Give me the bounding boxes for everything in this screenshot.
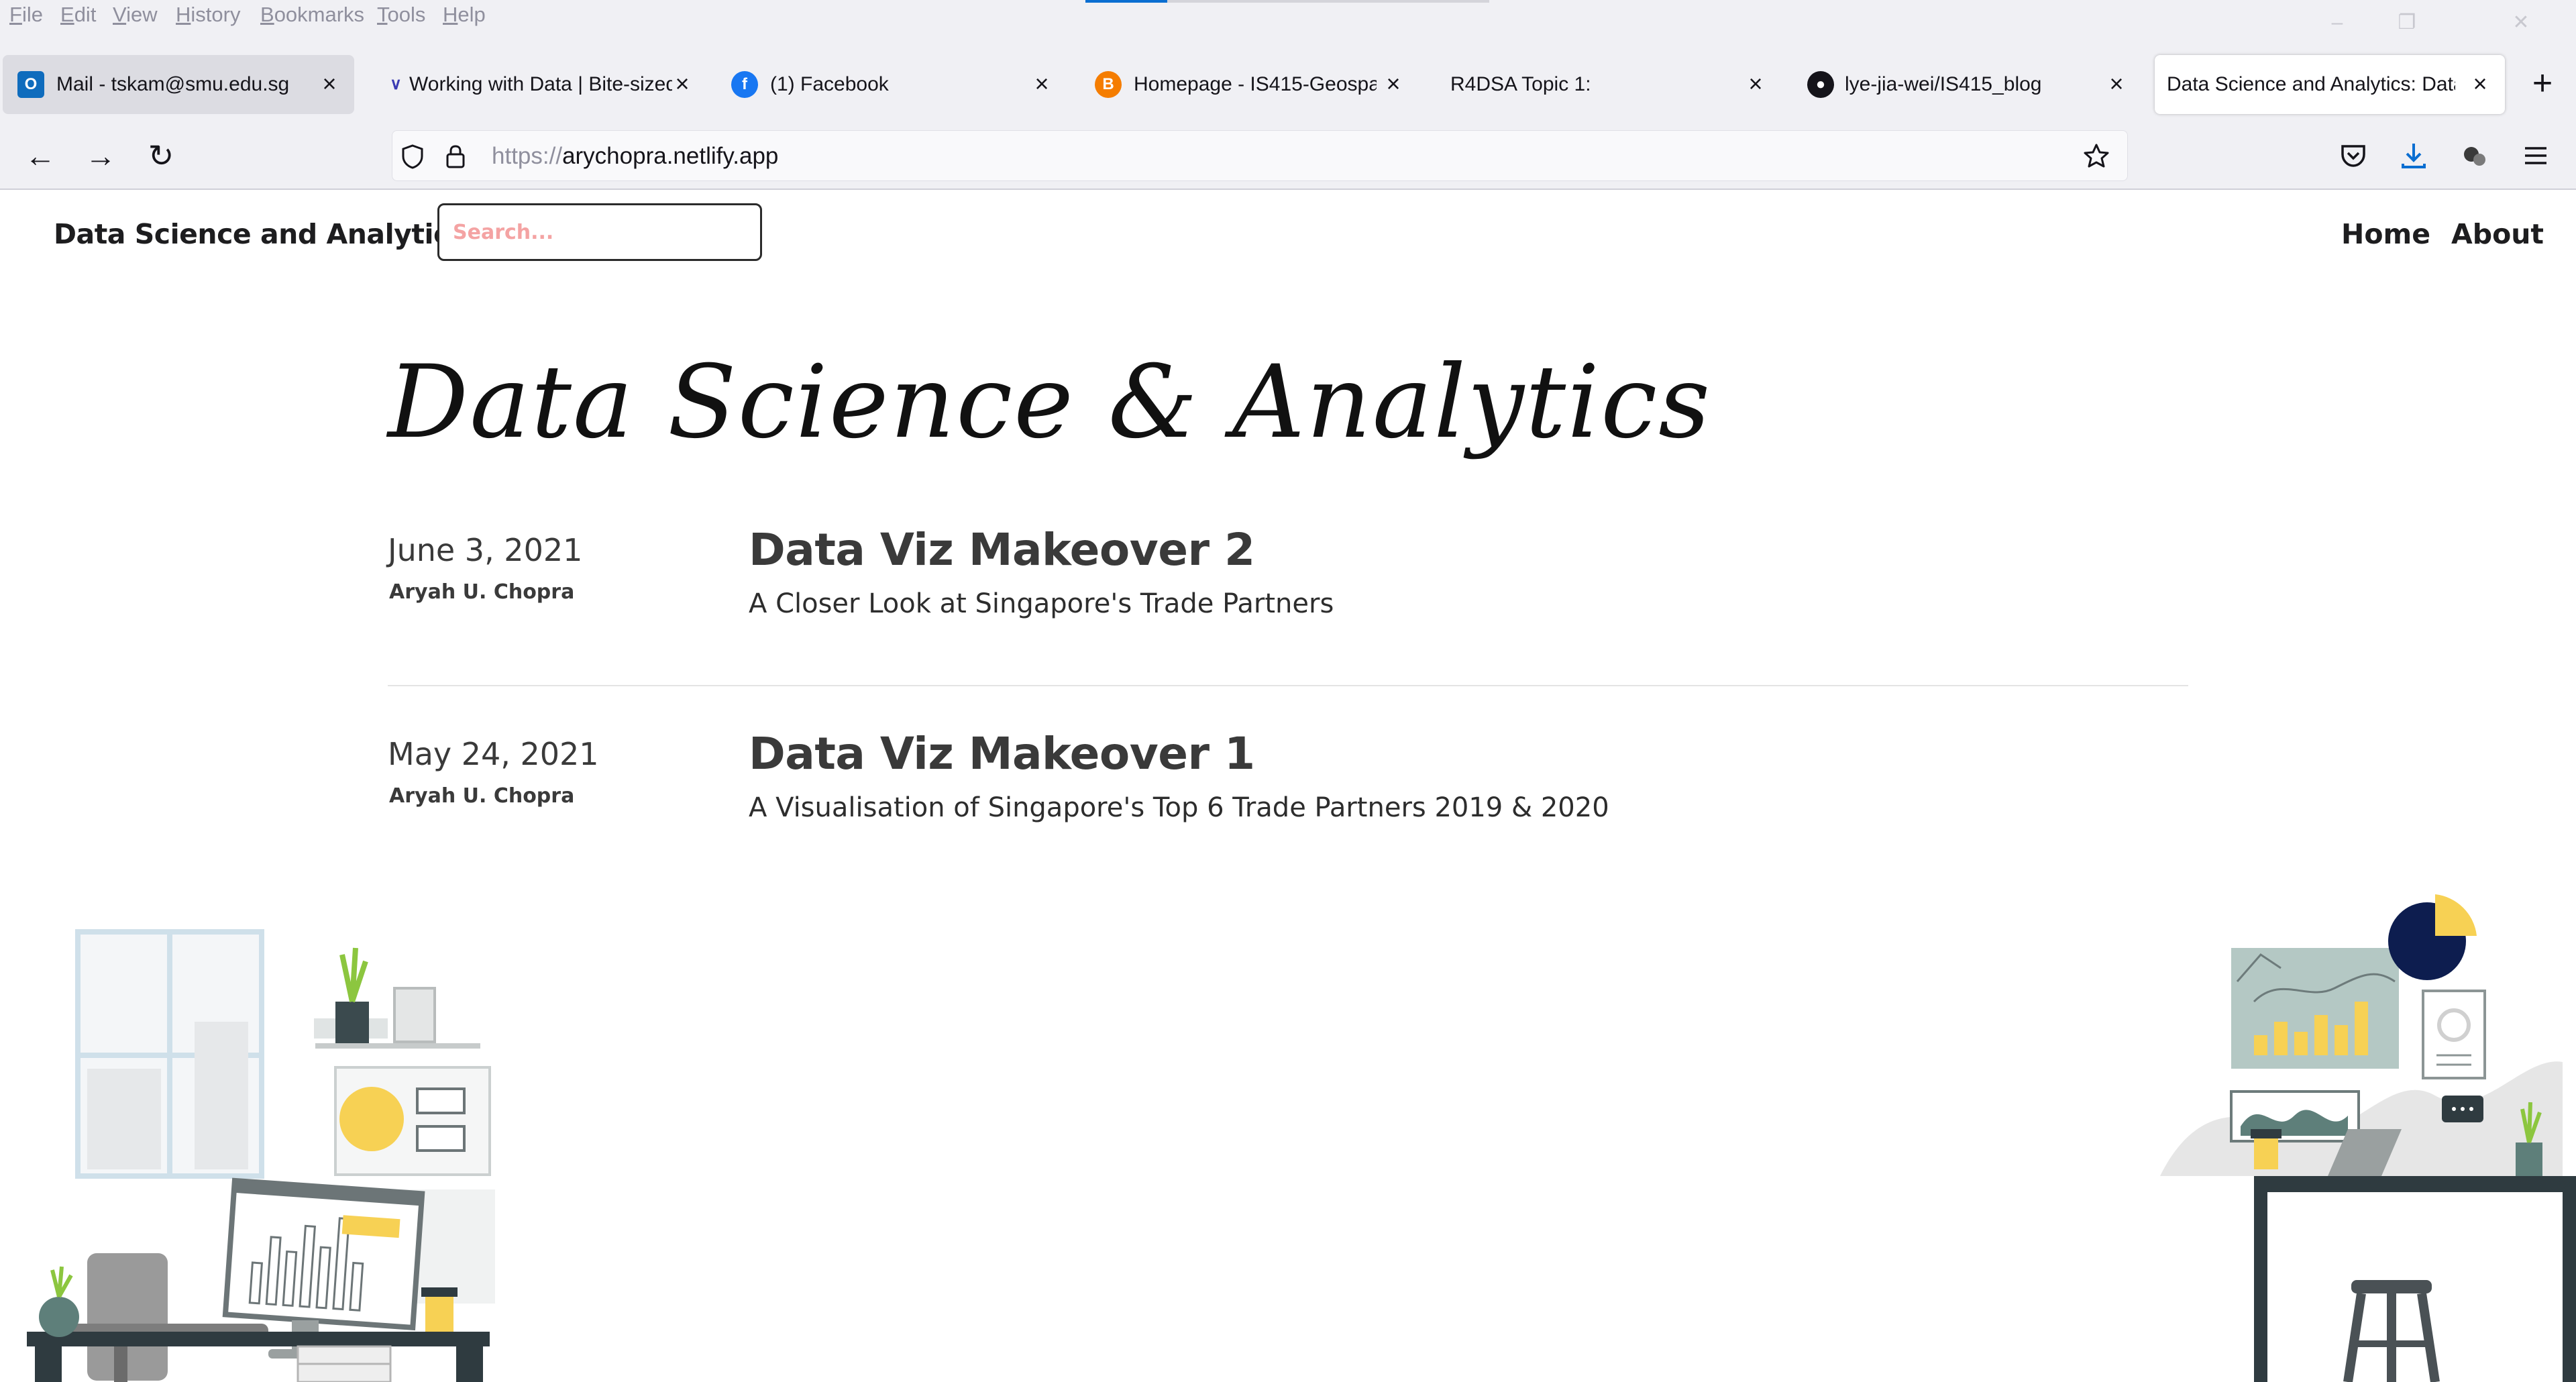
nav-home-link[interactable]: Home <box>2341 218 2430 250</box>
url-domain: arychopra.netlify.app <box>562 143 779 169</box>
tab-close-icon[interactable]: × <box>2102 70 2131 98</box>
forward-icon[interactable]: → <box>79 134 122 177</box>
downloads-icon[interactable] <box>2398 140 2430 172</box>
tab-github[interactable]: ● lye-jia-wei/IS415_blog × <box>1792 55 2144 114</box>
tab-title: (1) Facebook <box>770 73 889 95</box>
menu-bookmarks[interactable]: Bookmarks <box>260 3 364 27</box>
tab-loading-track <box>1167 0 1489 3</box>
tab-title: Data Science and Analytics: Data <box>2167 73 2455 95</box>
tab-mail[interactable]: O Mail - tskam@smu.edu.sg × <box>3 55 354 114</box>
page-content: Data Science and Analytics Home About Da… <box>0 190 2576 1382</box>
menu-help[interactable]: Help <box>443 3 486 27</box>
back-icon[interactable]: ← <box>19 134 62 177</box>
tab-data-science-active[interactable]: Data Science and Analytics: Data × <box>2155 55 2505 114</box>
tab-title: Homepage - IS415-Geospatial <box>1134 73 1377 95</box>
post-description: A Visualisation of Singapore's Top 6 Tra… <box>749 792 1609 823</box>
github-icon: ● <box>1807 71 1834 98</box>
menu-edit[interactable]: Edit <box>60 3 96 27</box>
browser-chrome: File Edit View History Bookmarks Tools H… <box>0 0 2576 190</box>
menu-bar: File Edit View History Bookmarks Tools H… <box>0 0 2576 35</box>
menu-tools[interactable]: Tools <box>377 3 425 27</box>
reload-icon[interactable]: ↻ <box>140 134 182 177</box>
post-date: May 24, 2021 <box>388 736 599 772</box>
tab-title: Working with Data | Bite-sized <box>409 73 672 95</box>
lock-icon[interactable] <box>441 142 470 171</box>
tab-close-icon[interactable]: × <box>315 70 343 98</box>
search-input[interactable] <box>437 203 762 261</box>
office-desk-illustration-right <box>2160 894 2576 1382</box>
bookmark-star-icon[interactable] <box>2082 142 2111 171</box>
tab-working-with-data[interactable]: ∨ Working with Data | Bite-sized × <box>368 55 703 114</box>
restore-icon[interactable]: ❐ <box>2394 9 2420 36</box>
tab-facebook[interactable]: f (1) Facebook × <box>716 55 1068 114</box>
tab-strip: O Mail - tskam@smu.edu.sg × ∨ Working wi… <box>0 55 2576 115</box>
tracking-protection-shield-icon[interactable] <box>398 142 427 171</box>
post-author: Aryah U. Chopra <box>389 580 575 604</box>
site-title-link[interactable]: Data Science and Analytics <box>54 218 466 250</box>
tab-title: Mail - tskam@smu.edu.sg <box>56 73 290 95</box>
tab-close-icon[interactable]: × <box>1741 70 1770 98</box>
post-divider <box>388 685 2188 686</box>
extensions-icon[interactable] <box>2458 140 2490 172</box>
post-author: Aryah U. Chopra <box>389 784 575 808</box>
pocket-icon[interactable] <box>2337 140 2369 172</box>
office-desk-illustration-left <box>27 929 495 1382</box>
tab-r4dsa[interactable]: R4DSA Topic 1: × <box>1429 55 1780 114</box>
new-tab-button[interactable]: + <box>2524 66 2561 103</box>
tab-close-icon[interactable]: × <box>1028 70 1056 98</box>
menu-file[interactable]: File <box>9 3 43 27</box>
minimize-icon[interactable]: – <box>2324 9 2351 36</box>
facebook-icon: f <box>731 71 758 98</box>
menu-view[interactable]: View <box>113 3 158 27</box>
blogger-icon: B <box>1095 71 1122 98</box>
post-title-link[interactable]: Data Viz Makeover 2 <box>749 524 1255 576</box>
tab-is415-homepage[interactable]: B Homepage - IS415-Geospatial × <box>1080 55 1415 114</box>
close-window-icon[interactable]: ✕ <box>2508 9 2534 36</box>
post-title-link[interactable]: Data Viz Makeover 1 <box>749 728 1255 780</box>
tab-loading-indicator <box>1085 0 1167 3</box>
post-description: A Closer Look at Singapore's Trade Partn… <box>749 588 1334 619</box>
tableau-icon: ∨ <box>390 75 402 93</box>
tab-close-icon[interactable]: × <box>668 70 696 98</box>
app-menu-icon[interactable] <box>2520 140 2552 172</box>
post-date: June 3, 2021 <box>388 532 583 568</box>
url-scheme: https:// <box>492 143 563 169</box>
page-title: Data Science & Analytics <box>388 344 1712 461</box>
tab-title: R4DSA Topic 1: <box>1450 73 1591 95</box>
navigation-toolbar: ← → ↻ https://arychopra.netlify.app <box>0 122 2576 189</box>
outlook-icon: O <box>17 71 44 98</box>
tab-close-icon[interactable]: × <box>1379 70 1407 98</box>
tab-title: lye-jia-wei/IS415_blog <box>1845 73 2042 95</box>
url-bar[interactable]: https://arychopra.netlify.app <box>392 130 2128 181</box>
url-text[interactable]: https://arychopra.netlify.app <box>492 143 778 170</box>
menu-history[interactable]: History <box>176 3 240 27</box>
nav-about-link[interactable]: About <box>2451 218 2544 250</box>
tab-close-icon[interactable]: × <box>2466 70 2494 98</box>
